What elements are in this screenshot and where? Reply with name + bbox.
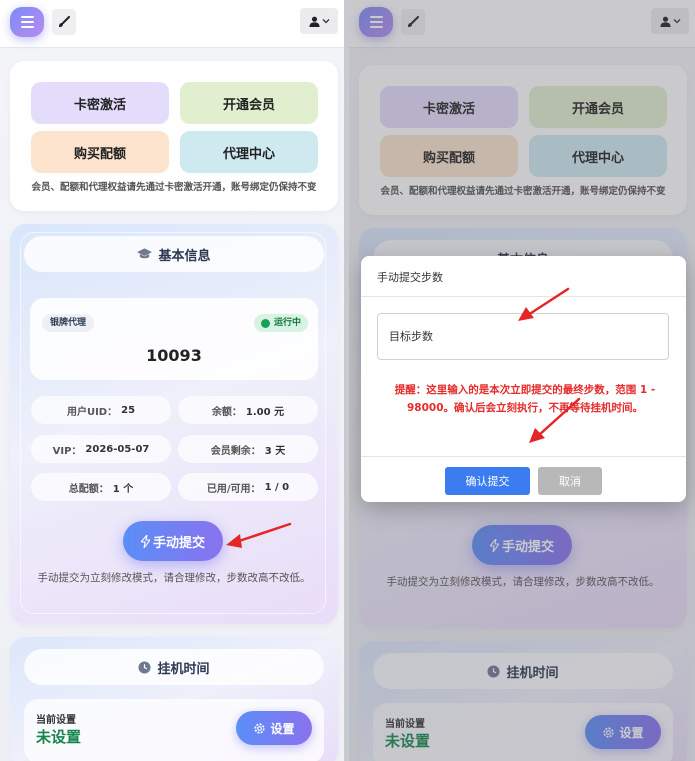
- clock-icon: [138, 660, 152, 674]
- total-quota-value: 1 个: [112, 483, 134, 495]
- member-left-label: 会员剩余：: [210, 445, 261, 457]
- balance-pill: 余额： 1.00 元: [178, 396, 318, 424]
- user-icon: [308, 16, 320, 27]
- balance-value: 1.00 元: [245, 406, 285, 418]
- total-quota-label: 总配额：: [68, 483, 109, 495]
- left-screen: 卡密激活 开通会员 购买配额 代理中心 会员、配额和代理权益请先通过卡密激活开通…: [0, 0, 344, 761]
- quick-actions-card: 卡密激活 开通会员 购买配额 代理中心 会员、配额和代理权益请先通过卡密激活开通…: [10, 61, 338, 211]
- hang-settings-button[interactable]: 设置: [236, 711, 312, 745]
- vip-label: VIP：: [52, 445, 82, 457]
- basic-info-header: 基本信息: [24, 236, 324, 272]
- status-text: 运行中: [273, 318, 301, 328]
- vip-pill: VIP： 2026-05-07: [31, 435, 171, 463]
- activate-card-button[interactable]: 卡密激活: [31, 82, 169, 124]
- status-badge: 运行中: [253, 314, 308, 332]
- dialog-divider-bottom: [361, 456, 686, 457]
- agent-level-badge: 银牌代理: [42, 314, 95, 332]
- agent-number: 10093: [146, 346, 202, 365]
- balance-label: 余额：: [211, 406, 242, 418]
- uid-value: 25: [121, 404, 136, 416]
- hang-time-title: 挂机时间: [157, 661, 210, 677]
- top-bar: [0, 0, 344, 48]
- used-available-value: 1 / 0: [264, 481, 290, 493]
- dialog-warning: 提醒：这里输入的是本次立即提交的最终步数，范围 1 - 98000。确认后会立刻…: [394, 384, 656, 414]
- user-menu-button[interactable]: [300, 8, 338, 34]
- bolt-icon: [140, 534, 150, 548]
- used-available-pill: 已用/可用： 1 / 0: [178, 473, 318, 501]
- dialog-divider-top: [361, 296, 686, 297]
- manual-submit-note: 手动提交为立刻修改模式，请合理修改，步数改高不改低。: [37, 572, 311, 584]
- open-vip-button[interactable]: 开通会员: [180, 82, 318, 124]
- total-quota-pill: 总配额： 1 个: [31, 473, 171, 501]
- chevron-down-icon: [322, 19, 329, 24]
- current-setting-value: 未设置: [36, 728, 82, 746]
- brush-button[interactable]: [52, 9, 76, 35]
- quick-actions-note: 会员、配额和代理权益请先通过卡密激活开通，账号绑定仍保持不变: [31, 182, 317, 193]
- member-left-value: 3 天: [264, 445, 286, 457]
- member-left-pill: 会员剩余： 3 天: [178, 435, 318, 463]
- used-available-label: 已用/可用：: [206, 483, 261, 495]
- dialog-title: 手动提交步数: [377, 271, 443, 284]
- menu-button[interactable]: [10, 7, 44, 37]
- target-steps-input[interactable]: [377, 313, 669, 360]
- hang-settings-label: 设置: [270, 721, 295, 736]
- brush-icon: [59, 16, 70, 27]
- vip-value: 2026-05-07: [85, 443, 150, 455]
- agent-summary: 银牌代理 运行中 10093: [30, 298, 318, 380]
- current-setting-label: 当前设置: [36, 715, 76, 726]
- right-screen: 卡密激活 开通会员 购买配额 代理中心 会员、配额和代理权益请先通过卡密激活开通…: [349, 0, 695, 761]
- agent-center-button[interactable]: 代理中心: [180, 131, 318, 173]
- graduation-cap-icon: [137, 248, 153, 259]
- gear-icon: [254, 722, 266, 734]
- basic-info-card: 基本信息 银牌代理 运行中 10093 用户UID： 25 余额： 1.00 元 V…: [10, 224, 338, 624]
- cancel-button[interactable]: 取消: [538, 467, 602, 495]
- hang-time-card: 挂机时间 当前设置 未设置 设置: [10, 637, 338, 761]
- status-dot-icon: [260, 318, 270, 328]
- manual-submit-label: 手动提交: [152, 535, 205, 551]
- manual-submit-button[interactable]: 手动提交: [123, 521, 223, 561]
- buy-quota-button[interactable]: 购买配额: [31, 131, 169, 173]
- confirm-submit-button[interactable]: 确认提交: [445, 467, 530, 495]
- hang-setting-box: 当前设置 未设置 设置: [24, 699, 324, 761]
- hang-time-header: 挂机时间: [24, 649, 324, 685]
- uid-label: 用户UID：: [66, 406, 118, 418]
- basic-info-title: 基本信息: [158, 248, 211, 264]
- manual-submit-dialog: 手动提交步数 提醒：这里输入的是本次立即提交的最终步数，范围 1 - 98000…: [361, 256, 686, 502]
- uid-pill: 用户UID： 25: [31, 396, 171, 424]
